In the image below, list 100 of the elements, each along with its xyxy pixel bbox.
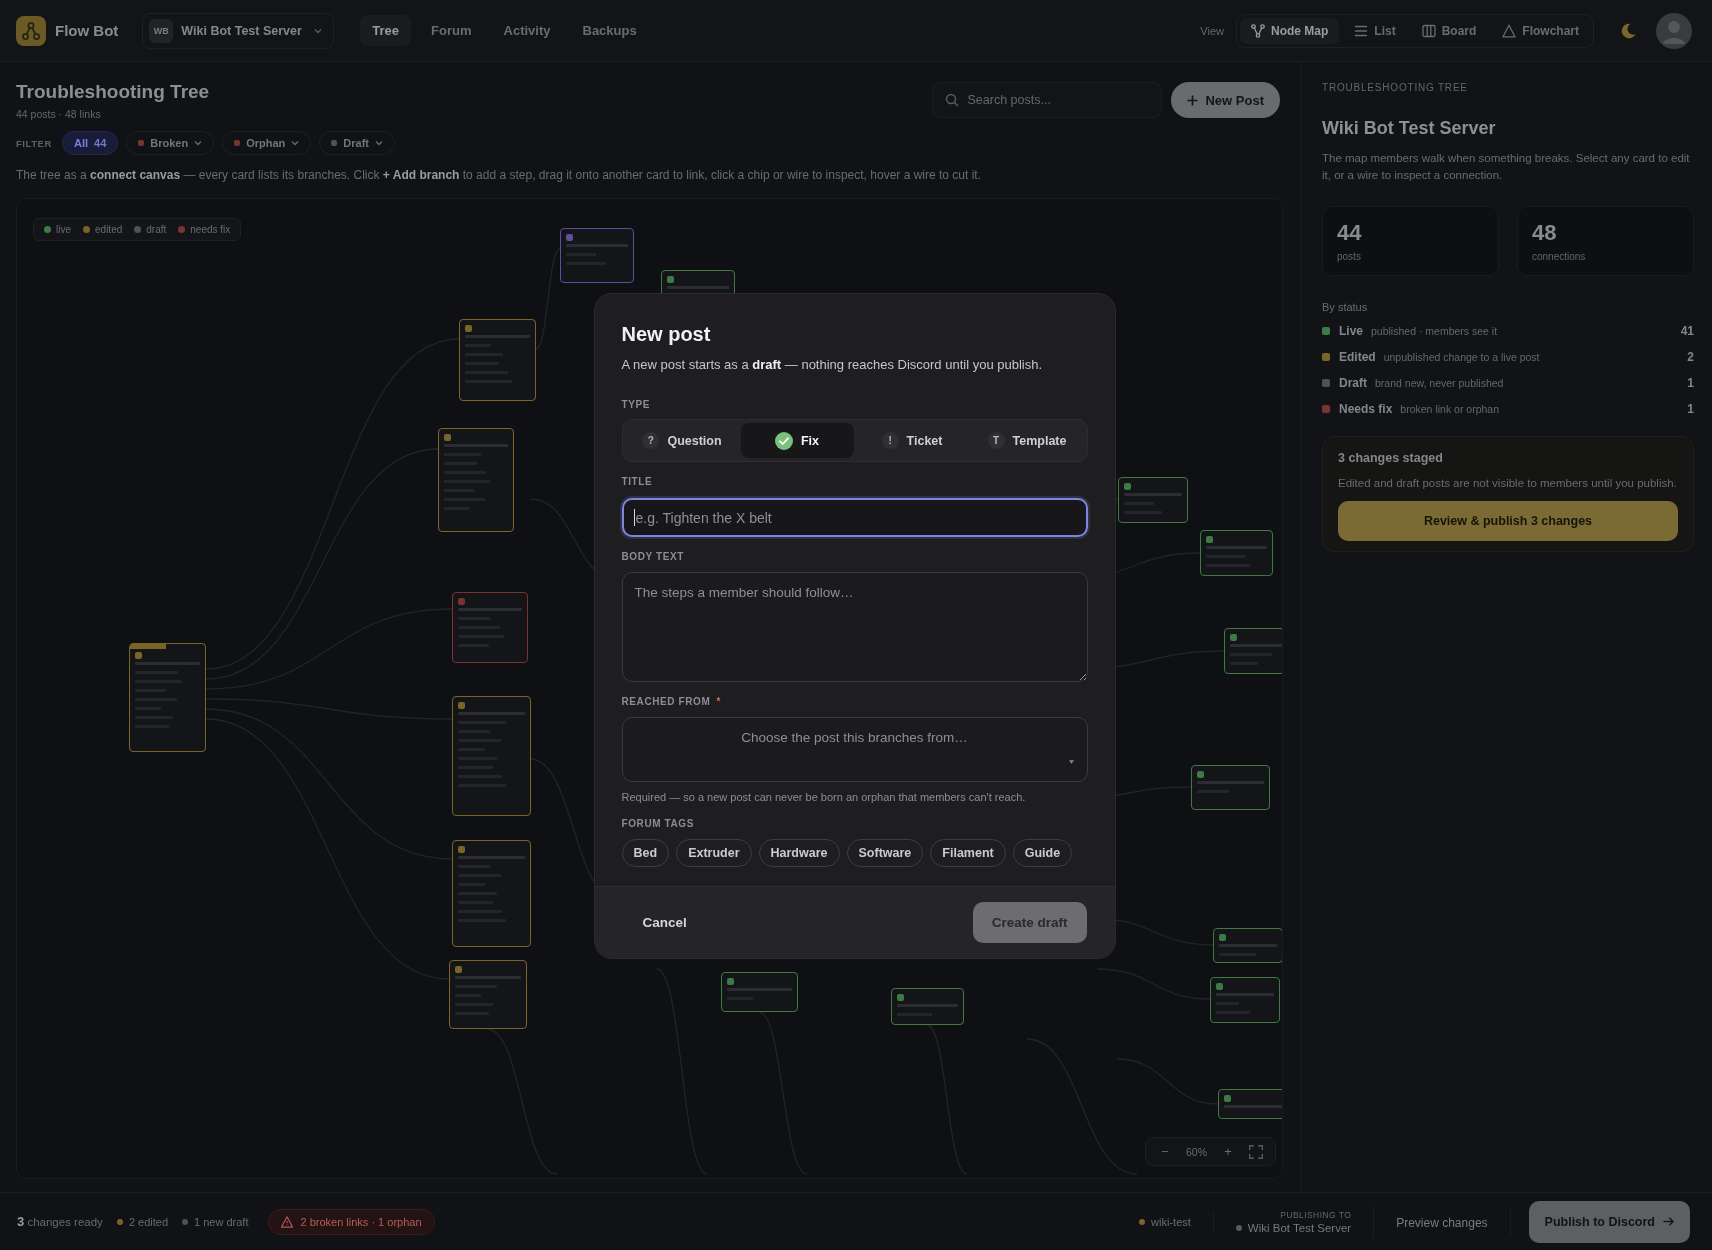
- status-count: 1: [1687, 376, 1694, 390]
- nav-tab[interactable]: Tree: [360, 15, 412, 46]
- zoom-out-button[interactable]: −: [1158, 1144, 1172, 1159]
- node-content-drawing: [458, 856, 525, 922]
- tree-node-card[interactable]: [1191, 765, 1270, 810]
- stat-label: connections: [1532, 250, 1587, 262]
- node-content-drawing: [1219, 944, 1277, 956]
- required-mark: *: [716, 696, 721, 708]
- node-content-drawing: [458, 608, 522, 647]
- tree-node-card[interactable]: [560, 228, 634, 283]
- node-content-drawing: [1216, 993, 1274, 1014]
- hint-text: The tree as a connect canvas — every card lists its branches. Click + Add branch to add a step, drag it onto another card to link, click a chip or wire to inspect, hover a wire to cut it.: [16, 167, 982, 184]
- stat-label: posts: [1337, 250, 1362, 262]
- stat-value: 44: [1337, 220, 1363, 245]
- target-caption: PUBLISHING TO: [1280, 1209, 1352, 1220]
- tree-node-card[interactable]: [1200, 530, 1273, 576]
- search-icon: [945, 93, 960, 107]
- tree-node-card[interactable]: [452, 696, 531, 816]
- legend-label: draft: [146, 224, 167, 235]
- tree-node-card[interactable]: [1118, 477, 1188, 523]
- arrow-right-icon: [1663, 1216, 1674, 1227]
- tree-node-card[interactable]: [1218, 1089, 1282, 1119]
- node-content-drawing: [1197, 781, 1264, 793]
- review-publish-button[interactable]: Review & publish 3 changes: [1338, 501, 1678, 541]
- user-avatar[interactable]: [1656, 12, 1692, 49]
- zoom-in-button[interactable]: +: [1221, 1144, 1235, 1159]
- node-content-drawing: [1206, 546, 1267, 567]
- tree-node-card[interactable]: [459, 319, 536, 401]
- caret-icon: [1068, 760, 1074, 764]
- preview-changes-button[interactable]: Preview changes: [1396, 1215, 1488, 1230]
- plus-icon: [1187, 94, 1199, 106]
- fit-screen-icon[interactable]: [1249, 1144, 1263, 1159]
- moon-icon[interactable]: [1620, 22, 1636, 39]
- legend-label: edited: [95, 224, 123, 235]
- node-content-drawing: [455, 976, 521, 1015]
- node-content-drawing: [1230, 644, 1282, 665]
- post-type-option[interactable]: ! Ticket: [855, 423, 969, 458]
- view-tab[interactable]: Flowchart: [1491, 17, 1590, 44]
- status-name: Draft: [1339, 376, 1367, 390]
- field-label: TYPE: [621, 399, 652, 411]
- page-title: Troubleshooting Tree: [16, 80, 210, 104]
- change-count-text: 1 new draft: [194, 1215, 249, 1228]
- warning-chip[interactable]: 2 broken links · 1 orphan: [268, 1208, 435, 1235]
- node-content-drawing: [465, 335, 530, 383]
- view-tab[interactable]: Node Map: [1239, 17, 1340, 44]
- branch-name: wiki-test: [1151, 1215, 1191, 1228]
- tree-node-card[interactable]: [1210, 977, 1280, 1023]
- status-note: published · members see it: [1371, 325, 1498, 337]
- title-input[interactable]: e.g. Tighten the X belt: [621, 498, 1088, 537]
- nav-tab[interactable]: Backups: [570, 15, 649, 46]
- legend-label: needs fix: [190, 224, 231, 235]
- publish-button[interactable]: Publish to Discord: [1528, 1200, 1690, 1243]
- tree-node-card[interactable]: [891, 988, 964, 1025]
- post-type-option[interactable]: ? Question: [625, 423, 739, 458]
- node-content-drawing: [135, 662, 200, 728]
- dialog-title: New post: [621, 322, 712, 347]
- status-note: brand new, never published: [1375, 377, 1504, 389]
- root-tag-drawing: [130, 644, 166, 649]
- type-glyph-icon: ?: [642, 432, 660, 449]
- field-label: FORUM TAGS: [621, 818, 695, 830]
- cancel-button[interactable]: Cancel: [618, 904, 711, 941]
- text-cursor-icon: [633, 509, 635, 526]
- status-name: Edited: [1339, 350, 1376, 364]
- tree-node-card[interactable]: [129, 643, 206, 752]
- view-label: View: [1200, 24, 1224, 37]
- post-type-option[interactable]: T Template: [970, 423, 1084, 458]
- list-icon: [1354, 23, 1369, 38]
- new-post-button[interactable]: New Post: [1171, 82, 1280, 118]
- staged-text: Edited and draft posts are not visible to members until you publish.: [1338, 476, 1678, 491]
- server-selector[interactable]: WB Wiki Bot Test Server: [142, 12, 335, 49]
- warning-icon: [281, 1215, 294, 1228]
- nav-tab[interactable]: Forum: [419, 15, 484, 46]
- tree-node-card[interactable]: [449, 960, 527, 1029]
- zoom-level: 60%: [1186, 1145, 1207, 1158]
- filter-chip[interactable]: All 44: [61, 131, 119, 155]
- tree-node-card[interactable]: [1213, 928, 1282, 963]
- tree-node-card[interactable]: [721, 972, 798, 1012]
- legend-label: live: [56, 224, 71, 235]
- node-content-drawing: [566, 244, 628, 265]
- tree-node-card[interactable]: [452, 592, 528, 663]
- node-content-drawing: [897, 1004, 958, 1016]
- check-icon: [774, 431, 793, 450]
- search-field[interactable]: Search posts...: [932, 82, 1163, 118]
- status-heading: By status: [1322, 300, 1369, 314]
- field-label: TITLE: [621, 476, 654, 488]
- reached-from-select[interactable]: Choose the post this branches from…: [621, 717, 1088, 782]
- nav-tab[interactable]: Activity: [491, 15, 563, 46]
- view-tab[interactable]: Board: [1410, 17, 1488, 44]
- tree-node-card[interactable]: [438, 428, 514, 532]
- connection-wire[interactable]: [535, 248, 561, 350]
- post-type-option[interactable]: Fix: [740, 423, 854, 458]
- field-label: REACHED FROM: [621, 696, 711, 708]
- help-text: Required — so a new post can never be born an orphan that members can't reach.: [621, 790, 1027, 804]
- view-tab[interactable]: List: [1343, 17, 1407, 44]
- tree-node-card[interactable]: [452, 840, 531, 947]
- change-count-text: 2 edited: [128, 1215, 169, 1228]
- tree-node-card[interactable]: [1224, 628, 1282, 674]
- body-textarea[interactable]: The steps a member should follow…: [621, 572, 1088, 682]
- panel-title: Wiki Bot Test Server: [1322, 117, 1497, 140]
- status-name: Live: [1339, 324, 1363, 338]
